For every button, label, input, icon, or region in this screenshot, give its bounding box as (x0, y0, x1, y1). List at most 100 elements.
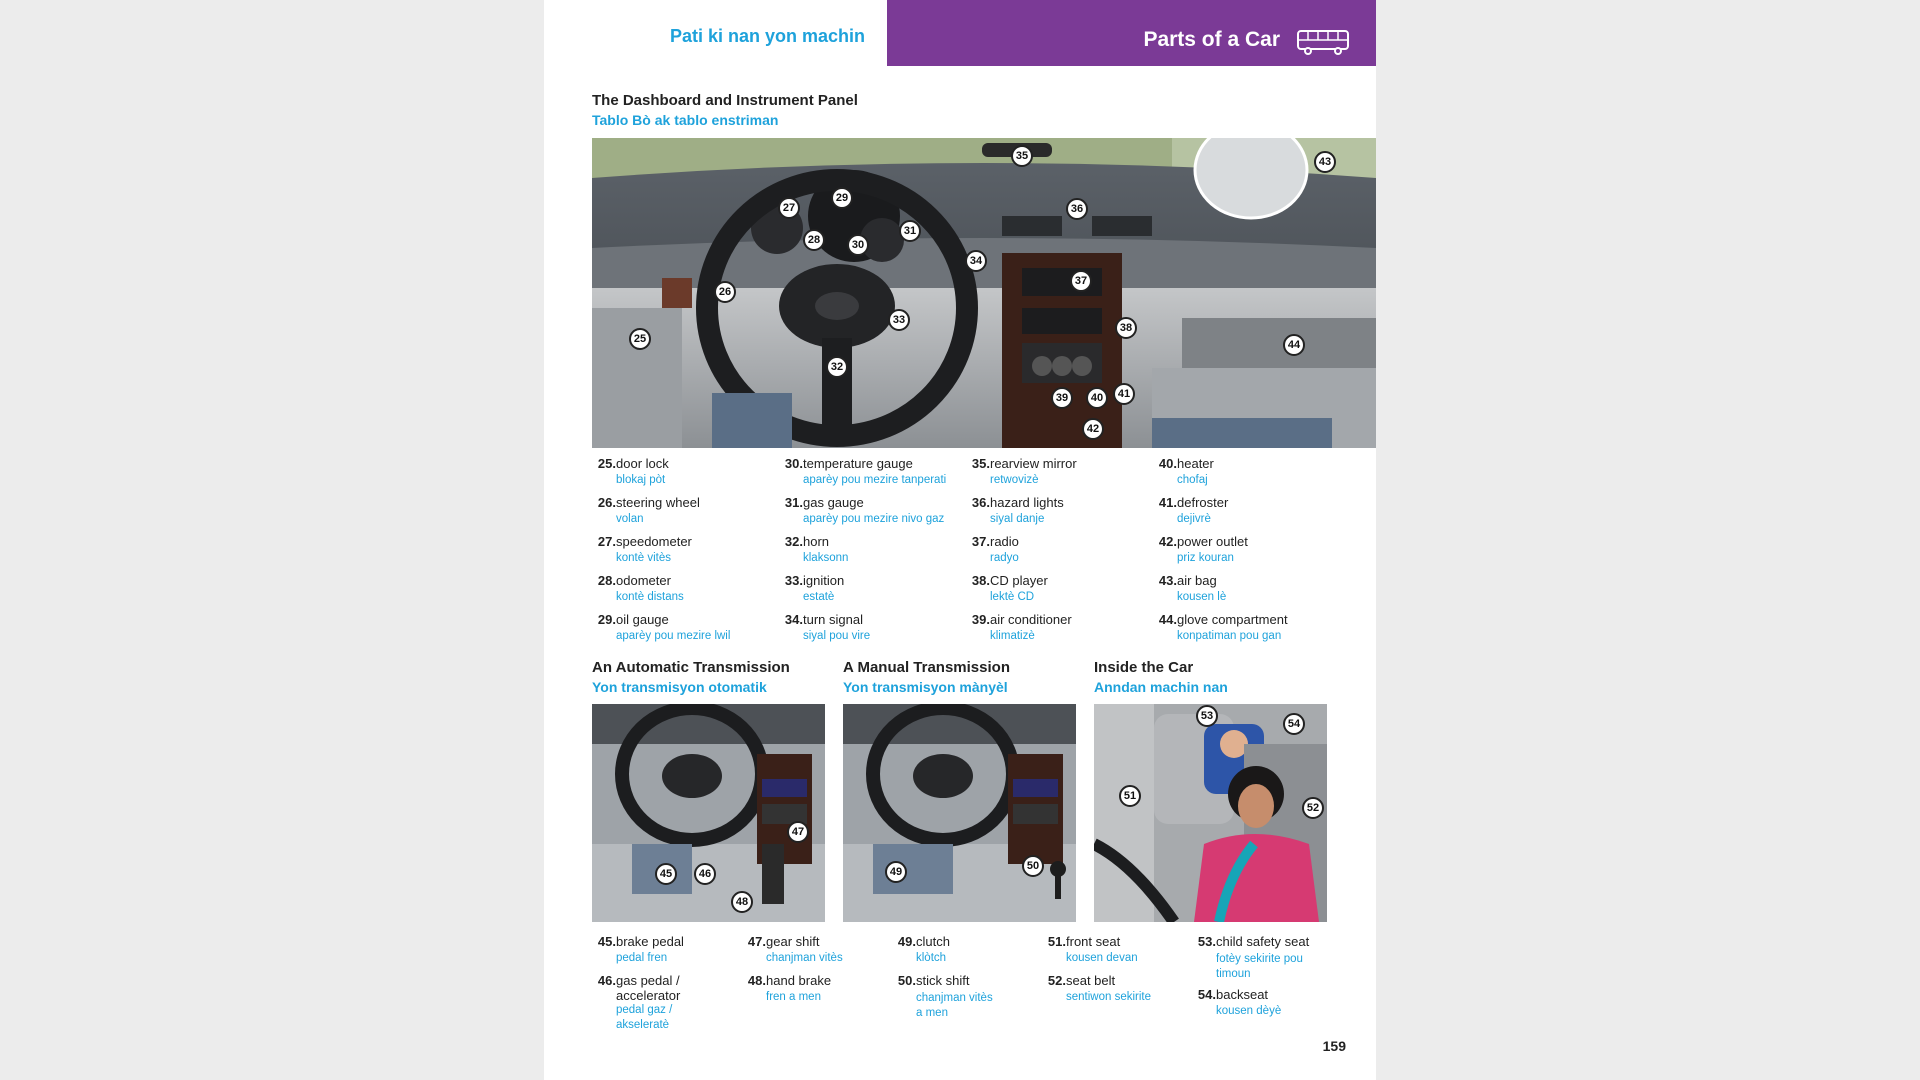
item-english: gas pedal / accelerator (616, 973, 681, 1003)
item-number: 48. (747, 973, 766, 988)
vocab-item: 49. clutch klòtch (892, 934, 1032, 973)
vocab-item: 47. gear shift chanjman vitès (742, 934, 882, 973)
item-number: 43. (1158, 573, 1177, 588)
textbook-page: Pati ki nan yon machin Parts of a Car Th… (544, 0, 1376, 1080)
item-creole: estatè (803, 591, 835, 603)
vocab-bottom-column-3: 49. clutch klòtch 50. stick shift chanjman v… (892, 934, 1032, 1019)
item-creole: siyal danje (990, 513, 1045, 525)
manual-subtitle: Yon transmisyon mànyèl (843, 679, 1008, 695)
item-number: 35. (971, 456, 990, 471)
item-creole: klòtch (916, 952, 947, 964)
callout-43: 43 (1314, 151, 1336, 173)
item-creole: klaksonn (803, 552, 849, 564)
item-english: power outlet (1177, 534, 1248, 549)
item-number: 44. (1158, 612, 1177, 627)
item-english: rearview mirror (990, 456, 1077, 471)
item-number: 31. (784, 495, 803, 510)
item-english: backseat (1216, 987, 1269, 1002)
item-english: hazard lights (990, 495, 1064, 510)
vocab-item: 37. radio radyo (966, 534, 1146, 573)
vocab-item: 40. heater chofaj (1153, 456, 1343, 495)
header-left: Pati ki nan yon machin (544, 0, 887, 66)
callout-46: 46 (694, 863, 716, 885)
item-number: 40. (1158, 456, 1177, 471)
vocab-item: 30. temperature gauge aparèy pou mezire ta… (779, 456, 959, 495)
callout-53: 53 (1196, 705, 1218, 727)
vocab-item: 33. ignition estatè (779, 573, 959, 612)
item-english: door lock (616, 456, 669, 471)
callout-49: 49 (885, 861, 907, 883)
dashboard-subtitle: Tablo Bò ak tablo enstriman (592, 112, 779, 128)
vocab-item: 39. air conditioner klimatizè (966, 612, 1146, 651)
vocab-item: 54. backseat kousen dèyè (1192, 987, 1342, 1026)
vocab-item: 52. seat belt sentiwon sekirite (1042, 973, 1182, 1012)
vocab-item: 43. air bag kousen lè (1153, 573, 1343, 612)
item-number: 28. (597, 573, 616, 588)
item-english: front seat (1066, 934, 1121, 949)
item-creole: kousen dèyè (1216, 1005, 1282, 1017)
callout-34: 34 (965, 250, 987, 272)
item-number: 49. (897, 934, 916, 949)
vocab-item: 34. turn signal siyal pou vire (779, 612, 959, 651)
vocab-item: 53. child safety seat fotèy sekirite pou t… (1192, 934, 1342, 987)
item-english: defroster (1177, 495, 1229, 510)
item-creole: chofaj (1177, 474, 1208, 486)
vocab-item: 50. stick shift chanjman vitès a men (892, 973, 1032, 1019)
item-english: glove compartment (1177, 612, 1288, 627)
callout-41: 41 (1113, 383, 1135, 405)
manual-title: A Manual Transmission (843, 659, 1010, 676)
callout-47: 47 (787, 821, 809, 843)
manual-transmission-photo: 49 50 (843, 704, 1076, 922)
item-creole: sentiwon sekirite (1066, 991, 1152, 1003)
vocab-bottom-column-5: 53. child safety seat fotèy sekirite pou t… (1192, 934, 1342, 1026)
item-creole: retwovizè (990, 474, 1039, 486)
item-creole: aparèy pou mezire nivo gaz (803, 513, 945, 525)
item-creole: siyal pou vire (803, 630, 871, 642)
vocab-item: 29. oil gauge aparèy pou mezire lwil (592, 612, 772, 651)
vocab-bottom-column-1: 45. brake pedal pedal fren 46. gas pedal / … (592, 934, 732, 1033)
vocab-item: 26. steering wheel volan (592, 495, 772, 534)
item-number: 37. (971, 534, 990, 549)
callout-48: 48 (731, 891, 753, 913)
bus-icon (1297, 30, 1349, 55)
callout-54: 54 (1283, 713, 1305, 735)
item-number: 41. (1158, 495, 1177, 510)
vocab-item: 28. odometer kontè distans (592, 573, 772, 612)
item-english: stick shift (916, 973, 970, 988)
item-english: brake pedal (616, 934, 684, 949)
item-english: gas gauge (803, 495, 864, 510)
callout-25: 25 (629, 328, 651, 350)
item-number: 50. (897, 973, 916, 988)
header-band: Parts of a Car (887, 0, 1376, 66)
automatic-title: An Automatic Transmission (592, 659, 790, 676)
item-english: temperature gauge (803, 456, 913, 471)
item-number: 38. (971, 573, 990, 588)
item-english: hand brake (766, 973, 832, 988)
item-creole: radyo (990, 552, 1019, 564)
item-english: clutch (916, 934, 950, 949)
callout-38: 38 (1115, 317, 1137, 339)
callout-40: 40 (1086, 387, 1108, 409)
item-english: CD player (990, 573, 1048, 588)
dashboard-photo: 35 43 29 27 36 31 28 30 34 37 26 33 38 2… (592, 138, 1376, 448)
vocab-item: 45. brake pedal pedal fren (592, 934, 732, 973)
item-number: 27. (597, 534, 616, 549)
callout-37: 37 (1070, 270, 1092, 292)
item-creole: fotèy sekirite pou timoun (1216, 953, 1303, 980)
vocab-item: 48. hand brake fren a men (742, 973, 882, 1012)
callout-31: 31 (899, 220, 921, 242)
callout-29: 29 (831, 187, 853, 209)
vocab-item: 25. door lock blokaj pòt (592, 456, 772, 495)
item-number: 51. (1047, 934, 1066, 949)
item-number: 32. (784, 534, 803, 549)
vocab-item: 36. hazard lights siyal danje (966, 495, 1146, 534)
vocab-column-1: 25. door lock blokaj pòt 26. steering wheel… (592, 456, 772, 651)
dashboard-title: The Dashboard and Instrument Panel (592, 92, 858, 109)
item-creole: pedal fren (616, 952, 668, 964)
item-english: seat belt (1066, 973, 1116, 988)
item-creole: kousen lè (1177, 591, 1227, 603)
item-creole: aparèy pou mezire tanperati (803, 474, 947, 486)
item-english: odometer (616, 573, 671, 588)
item-creole: blokaj pòt (616, 474, 666, 486)
item-creole: klimatizè (990, 630, 1035, 642)
